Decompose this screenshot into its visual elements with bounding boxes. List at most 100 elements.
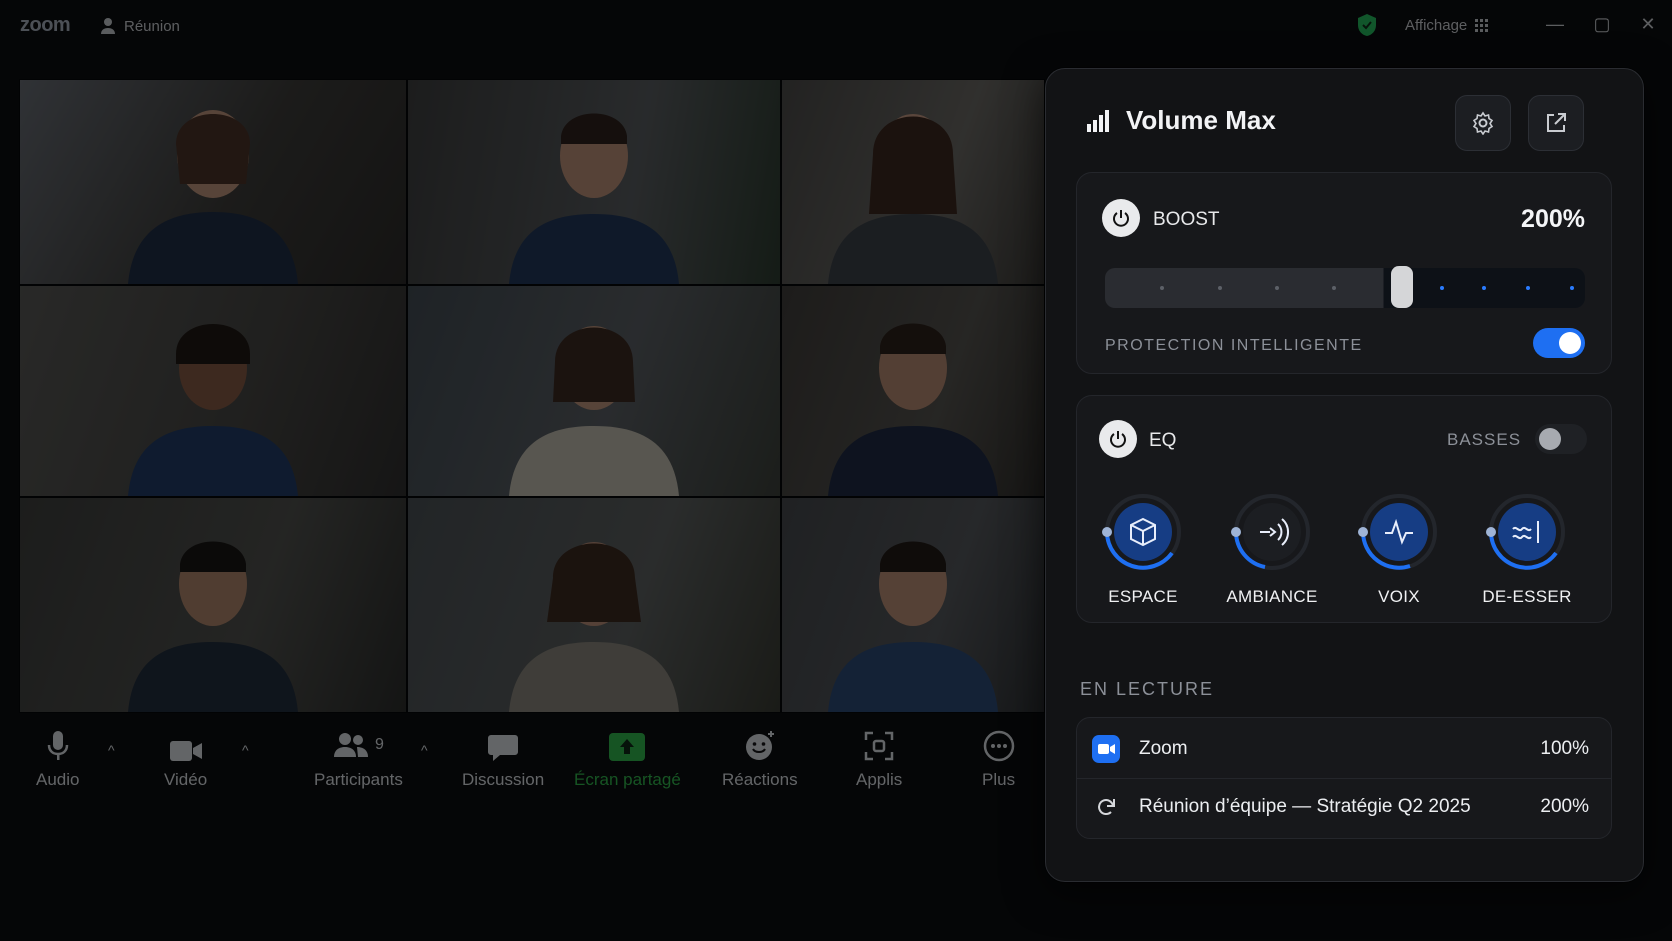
camera-icon <box>169 741 202 761</box>
list-item[interactable]: Zoom 100% <box>1077 720 1611 778</box>
reactions-label: Réactions <box>722 770 798 789</box>
bass-toggle[interactable] <box>1535 424 1587 454</box>
slider-tick <box>1275 286 1279 290</box>
toggle-knob <box>1539 428 1561 450</box>
participants-options-caret[interactable]: ^ <box>421 742 428 758</box>
slider-tick <box>1332 286 1336 290</box>
apps-button[interactable]: Applis <box>856 728 902 790</box>
eq-power-button[interactable] <box>1099 420 1137 458</box>
video-gallery <box>19 79 1045 713</box>
bass-label: BASSES <box>1447 430 1522 449</box>
more-button[interactable]: Plus <box>982 728 1015 790</box>
list-item[interactable]: Réunion d’équipe — Stratégie Q2 2025 200… <box>1077 778 1611 836</box>
boost-power-button[interactable] <box>1102 199 1140 237</box>
view-button[interactable]: Affichage <box>1405 17 1489 34</box>
participant-video <box>509 113 679 284</box>
share-screen-icon <box>609 733 646 761</box>
slider-tick <box>1482 286 1486 290</box>
video-tile[interactable] <box>407 79 781 285</box>
video-tile[interactable] <box>19 285 407 497</box>
apps-icon <box>864 731 894 761</box>
view-label: Affichage <box>1405 17 1468 34</box>
audio-options-caret[interactable]: ^ <box>108 742 115 758</box>
knob-espace[interactable]: ESPACE <box>1093 491 1193 607</box>
slider-tick <box>1526 286 1530 290</box>
list-item-name: Réunion d’équipe — Stratégie Q2 2025 <box>1139 796 1471 817</box>
chat-button[interactable]: Discussion <box>462 728 544 790</box>
external-link-icon <box>1547 113 1566 132</box>
apps-label: Applis <box>856 770 903 789</box>
video-tile[interactable] <box>781 497 1045 713</box>
microphone-icon <box>47 731 68 760</box>
slider-tick <box>1570 286 1574 290</box>
video-tile[interactable] <box>781 79 1045 285</box>
participant-video <box>828 541 998 712</box>
reactions-button[interactable]: Réactions <box>722 728 798 790</box>
knob-voix[interactable]: VOIX <box>1349 491 1449 607</box>
window-titlebar: zoom Réunion Affichage — ▢ ✕ <box>0 0 1672 52</box>
protection-toggle[interactable] <box>1533 328 1585 358</box>
maximize-icon[interactable]: ▢ <box>1590 12 1614 36</box>
protection-label: PROTECTION INTELLIGENTE <box>1105 337 1363 354</box>
power-icon <box>1113 210 1129 227</box>
slider-tick <box>1160 286 1164 290</box>
close-icon[interactable]: ✕ <box>1636 12 1660 36</box>
zoom-logo: zoom <box>20 14 71 36</box>
participant-video <box>509 542 679 712</box>
participant-video <box>128 110 298 284</box>
participant-video <box>509 326 679 496</box>
refresh-icon <box>1091 792 1121 822</box>
video-options-caret[interactable]: ^ <box>242 742 249 758</box>
panel-header: Volume Max <box>1086 105 1276 136</box>
video-tile[interactable] <box>781 285 1045 497</box>
knob-de-esser[interactable]: DE-ESSER <box>1477 491 1577 607</box>
boost-card: BOOST 200% PROTECTION INTELLIGENTE <box>1076 172 1612 374</box>
more-label: Plus <box>982 770 1016 789</box>
slider-tick <box>1218 286 1222 290</box>
toggle-knob <box>1559 332 1581 354</box>
participant-video <box>828 323 998 496</box>
now-playing-heading: EN LECTURE <box>1080 679 1215 699</box>
video-tile[interactable] <box>19 497 407 713</box>
settings-button[interactable] <box>1455 95 1511 151</box>
knob-label: ESPACE <box>1108 587 1178 606</box>
video-tile[interactable] <box>407 497 781 713</box>
user-icon <box>101 18 115 34</box>
minimize-icon[interactable]: — <box>1543 12 1567 36</box>
zoom-camera-icon <box>1091 734 1121 764</box>
power-icon <box>1110 431 1126 448</box>
participant-video <box>128 324 298 496</box>
participants-count: 9 <box>374 736 384 753</box>
video-tile[interactable] <box>19 79 407 285</box>
grid-icon <box>1475 18 1489 32</box>
share-screen-label: Écran partagé <box>574 770 681 789</box>
eq-card: EQ BASSES ESPACE AMBIANCE VOIX DE-ESSER <box>1076 395 1612 623</box>
shield-check-icon[interactable] <box>1356 13 1378 37</box>
video-tile[interactable] <box>407 285 781 497</box>
boost-label: BOOST <box>1153 209 1220 230</box>
chat-icon <box>488 735 519 761</box>
participants-icon <box>333 733 368 757</box>
meeting-label: Réunion <box>124 17 180 35</box>
audio-label: Audio <box>36 770 80 789</box>
share-screen-button[interactable]: Écran partagé <box>574 728 681 790</box>
boost-slider-thumb[interactable] <box>1391 266 1413 308</box>
audio-button[interactable]: Audio <box>36 728 79 790</box>
slider-tick <box>1440 286 1444 290</box>
video-button[interactable]: Vidéo <box>164 728 207 790</box>
video-label: Vidéo <box>164 770 208 789</box>
meeting-toolbar: Audio ^ Vidéo ^ 9 Participants ^ Discuss… <box>0 728 1040 828</box>
popout-button[interactable] <box>1528 95 1584 151</box>
knob-ambiance[interactable]: AMBIANCE <box>1222 491 1322 607</box>
panel-title: Volume Max <box>1126 105 1276 135</box>
list-item-value: 200% <box>1540 796 1589 817</box>
participant-video <box>828 114 998 284</box>
meeting-menu[interactable]: Réunion <box>100 17 180 35</box>
signal-bars-icon <box>1087 109 1109 132</box>
volume-max-panel: Volume Max BOOST 200% PROTECTION INTELLI… <box>1045 68 1644 882</box>
list-item-name: Zoom <box>1139 738 1188 759</box>
boost-slider[interactable] <box>1105 266 1585 308</box>
boost-value: 200% <box>1521 205 1585 233</box>
knob-label: DE-ESSER <box>1482 587 1572 606</box>
participants-button[interactable]: 9 Participants <box>314 728 403 790</box>
